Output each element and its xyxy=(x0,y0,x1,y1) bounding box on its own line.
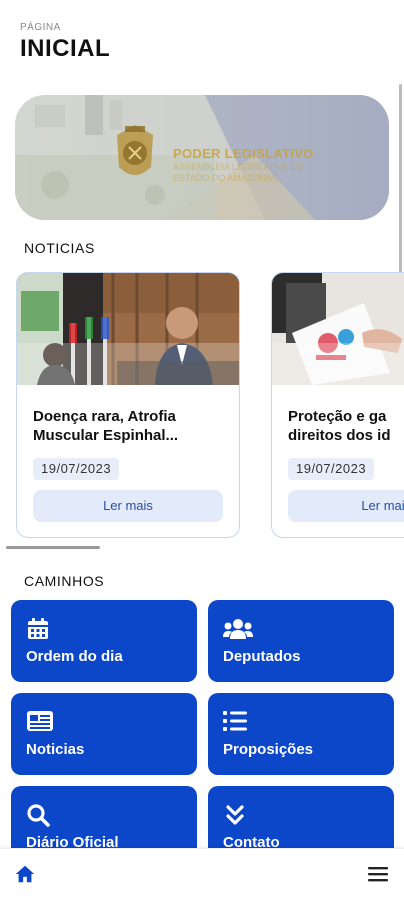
banner-subtitle-line-1: ASSEMBLEIA LEGISLATIVA DO xyxy=(173,162,304,172)
tile-label: Noticias xyxy=(26,741,85,758)
tile-deputados[interactable]: Deputados xyxy=(208,600,394,682)
tile-noticias[interactable]: Noticias xyxy=(11,693,197,775)
news-card[interactable]: Doença rara, Atrofia Muscular Espinhal..… xyxy=(16,272,240,538)
horizontal-scrollbar[interactable] xyxy=(6,546,100,549)
news-card[interactable]: Proteção e ga direitos dos id 19/07/2023… xyxy=(271,272,404,538)
news-carousel[interactable]: Doença rara, Atrofia Muscular Espinhal..… xyxy=(0,272,404,540)
news-card-image xyxy=(17,273,239,385)
read-more-button[interactable]: Ler mais xyxy=(33,490,223,522)
home-screen: PÁGINA INICIAL PODER LEGISLATIVO ASSEMBL… xyxy=(0,0,404,900)
paths-section-title: CAMINHOS xyxy=(24,573,105,589)
banner-subtitle-line-2: ESTADO DO AMAZONAS xyxy=(173,173,278,184)
news-section-title: NOTICIAS xyxy=(24,240,95,256)
read-more-button[interactable]: Ler mai xyxy=(288,490,404,522)
news-card-image xyxy=(272,273,404,385)
bottom-nav xyxy=(0,848,404,900)
home-icon[interactable] xyxy=(14,863,36,885)
page-header: PÁGINA INICIAL xyxy=(20,22,110,63)
page-title: INICIAL xyxy=(20,35,111,62)
menu-icon[interactable] xyxy=(368,865,388,883)
newspaper-icon xyxy=(27,711,53,731)
tile-ordem-do-dia[interactable]: Ordem do dia xyxy=(11,600,197,682)
news-card-title: Proteção e ga direitos dos id xyxy=(288,408,391,444)
news-card-title: Doença rara, Atrofia Muscular Espinhal..… xyxy=(33,408,179,444)
news-card-date: 19/07/2023 xyxy=(288,458,375,480)
calendar-icon xyxy=(28,618,48,639)
search-icon xyxy=(27,804,50,827)
alam-seal-logo xyxy=(111,123,159,185)
double-chevron-down-icon xyxy=(226,805,244,825)
tile-proposicoes[interactable]: Proposições xyxy=(208,693,394,775)
tile-label: Ordem do dia xyxy=(26,648,123,665)
tile-label: Deputados xyxy=(223,648,301,665)
tile-label: Proposições xyxy=(223,741,314,758)
banner-text: PODER LEGISLATIVO ASSEMBLEIA LEGISLATIVA… xyxy=(173,146,373,184)
banner-title: PODER LEGISLATIVO xyxy=(173,146,314,161)
list-icon xyxy=(223,711,247,731)
page-kicker: PÁGINA xyxy=(20,22,61,33)
banner[interactable]: PODER LEGISLATIVO ASSEMBLEIA LEGISLATIVA… xyxy=(15,95,389,220)
users-icon xyxy=(223,619,253,639)
news-card-date: 19/07/2023 xyxy=(33,458,120,480)
